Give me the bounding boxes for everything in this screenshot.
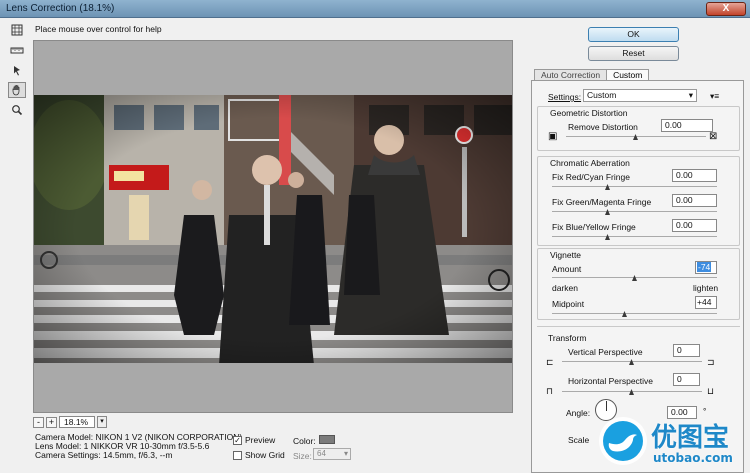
remove-distortion-tool-icon[interactable] (8, 22, 26, 38)
horizontal-perspective-thumb[interactable] (629, 389, 634, 395)
watermark-text: 优图宝 (651, 423, 730, 453)
vertical-perspective-right-icon: ⊐ (707, 357, 715, 367)
tool-palette (8, 22, 28, 122)
lighten-label: lighten (693, 283, 719, 293)
help-hint: Place mouse over control for help (35, 24, 162, 34)
fix-green-magenta-slider[interactable] (552, 211, 717, 212)
settings-value: Custom (587, 90, 617, 100)
horizontal-perspective-field[interactable]: 0 (673, 373, 700, 386)
preview-canvas[interactable] (33, 40, 513, 413)
fix-green-magenta-label: Fix Green/Magenta Fringe (552, 197, 652, 207)
camera-info: Camera Model: NIKON 1 V2 (NIKON CORPORAT… (35, 433, 242, 460)
fix-red-cyan-field[interactable]: 0.00 (672, 169, 717, 182)
remove-distortion-field[interactable]: 0.00 (661, 119, 713, 132)
horizontal-perspective-left-icon: ⊓ (546, 386, 554, 396)
zoom-out-button[interactable]: - (33, 416, 44, 428)
zoom-bar: - + 18.1% ▾ (33, 416, 107, 428)
horizontal-perspective-right-icon: ⊔ (707, 386, 715, 396)
grid-color-swatch[interactable] (319, 435, 335, 444)
hand-tool-icon[interactable] (8, 82, 26, 98)
camera-settings: Camera Settings: 14.5mm, f/6.3, --m (35, 450, 173, 460)
fix-blue-yellow-slider[interactable] (552, 236, 717, 237)
preview-checkbox[interactable]: ✓ Preview (233, 435, 275, 445)
fix-blue-yellow-label: Fix Blue/Yellow Fringe (552, 222, 636, 232)
vignette-amount-value: -74 (697, 262, 712, 272)
zoom-level-field[interactable]: 18.1% (59, 416, 95, 428)
vertical-perspective-label: Vertical Perspective (568, 347, 643, 357)
horizontal-perspective-label: Horizontal Perspective (568, 376, 654, 386)
fix-green-magenta-field[interactable]: 0.00 (672, 194, 717, 207)
geometric-title: Geometric Distortion (550, 108, 628, 118)
vertical-perspective-left-icon: ⊏ (546, 357, 554, 367)
watermark-logo: 优图宝 utobao.com (597, 413, 747, 471)
vignette-midpoint-field[interactable]: +44 (695, 296, 717, 309)
size-label: Size: (293, 451, 312, 461)
settings-menu-icon[interactable]: ▾≡ (710, 91, 719, 102)
move-grid-tool-icon[interactable] (8, 62, 26, 78)
chevron-down-icon: ▾ (688, 90, 693, 100)
remove-distortion-label: Remove Distortion (568, 122, 638, 132)
close-button[interactable]: X (706, 2, 746, 16)
grid-size-select[interactable]: 64 ▾ (313, 448, 351, 460)
ok-button[interactable]: OK (588, 27, 679, 42)
scale-label: Scale (568, 435, 590, 445)
pincushion-icon: ▣ (548, 131, 558, 142)
barrel-icon: ⊠ (709, 131, 718, 142)
straighten-tool-icon[interactable] (8, 42, 26, 58)
angle-label: Angle: (566, 408, 591, 418)
title-bar: Lens Correction (18.1%) X (0, 0, 750, 18)
vignette-amount-field[interactable]: -74 (695, 261, 717, 274)
vignette-midpoint-label: Midpoint (552, 299, 585, 309)
angle-dial-needle (606, 401, 607, 411)
transform-divider (537, 326, 740, 327)
photo-preview (34, 95, 512, 363)
vignette-midpoint-slider[interactable] (552, 313, 717, 314)
street-photo-image (34, 95, 512, 363)
zoom-dropdown-icon[interactable]: ▾ (97, 416, 107, 428)
window-title: Lens Correction (18.1%) (6, 3, 115, 14)
vignette-amount-label: Amount (552, 264, 582, 274)
fix-red-cyan-label: Fix Red/Cyan Fringe (552, 172, 630, 182)
watermark-url: utobao.com (653, 451, 733, 465)
checkbox-checked-icon[interactable]: ✓ (233, 435, 242, 445)
preview-label: Preview (245, 435, 276, 445)
vignette-title: Vignette (550, 250, 582, 260)
settings-select[interactable]: Custom ▾ (583, 89, 697, 102)
chromatic-title: Chromatic Aberration (550, 158, 630, 168)
vertical-perspective-field[interactable]: 0 (673, 344, 700, 357)
show-grid-checkbox[interactable]: Show Grid (233, 450, 285, 460)
reset-button[interactable]: Reset (588, 46, 679, 61)
grid-size-value: 64 (317, 449, 326, 458)
settings-label: Settings: (548, 92, 582, 102)
show-grid-label: Show Grid (245, 450, 285, 460)
checkbox-unchecked-icon[interactable] (233, 450, 242, 460)
fix-blue-yellow-field[interactable]: 0.00 (672, 219, 717, 232)
color-label: Color: (293, 436, 316, 446)
transform-title: Transform (548, 333, 587, 343)
zoom-in-button[interactable]: + (46, 416, 57, 428)
darken-label: darken (552, 283, 578, 293)
vertical-perspective-thumb[interactable] (629, 359, 634, 365)
fix-red-cyan-slider[interactable] (552, 186, 717, 187)
zoom-tool-icon[interactable] (8, 102, 26, 118)
